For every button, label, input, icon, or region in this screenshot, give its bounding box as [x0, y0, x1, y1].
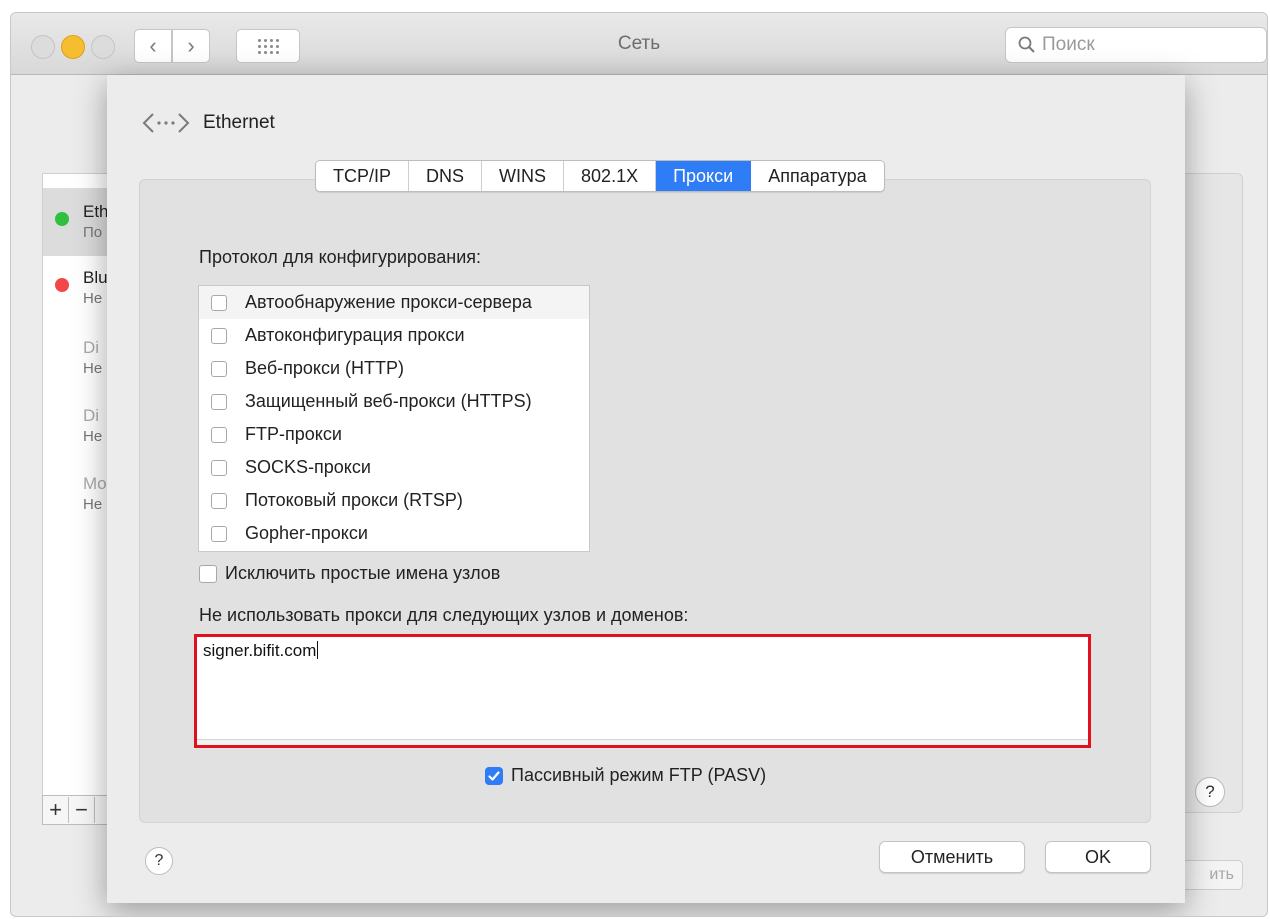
tab-tcpip[interactable]: TCP/IP: [316, 161, 410, 191]
search-placeholder: Поиск: [1042, 34, 1095, 55]
exclude-simple-hostnames[interactable]: Исключить простые имена узлов: [199, 563, 500, 584]
title-bar: ‹ › Сеть Поиск: [11, 13, 1267, 75]
cancel-button[interactable]: Отменить: [879, 841, 1025, 873]
service-status: Не: [83, 496, 103, 513]
protocol-item-ftp[interactable]: FTP-прокси: [199, 418, 589, 451]
protocol-label: Веб-прокси (HTTP): [245, 358, 405, 378]
checkmark-icon: [488, 770, 500, 781]
passive-ftp-checkbox[interactable]: [485, 766, 503, 785]
interface-header: Ethernet: [141, 111, 275, 135]
protocol-item-rtsp[interactable]: Потоковый прокси (RTSP): [199, 484, 589, 517]
protocol-item-auto-config[interactable]: Автоконфигурация прокси: [199, 319, 589, 352]
service-status: По: [83, 224, 103, 241]
protocol-item-http[interactable]: Веб-прокси (HTTP): [199, 352, 589, 385]
advanced-settings-sheet: Ethernet TCP/IP DNS WINS 802.1X Прокси А…: [107, 75, 1185, 903]
protocol-label: Защищенный веб-прокси (HTTPS): [245, 391, 532, 411]
ok-button[interactable]: OK: [1045, 841, 1151, 873]
service-name: Blu: [83, 268, 108, 287]
exclude-simple-hostnames-label: Исключить простые имена узлов: [225, 563, 501, 583]
protocol-label: FTP-прокси: [245, 424, 342, 444]
service-status: Не: [83, 428, 103, 445]
protocol-item-gopher[interactable]: Gopher-прокси: [199, 517, 589, 550]
remove-service-button[interactable]: −: [69, 797, 95, 823]
tab-hardware[interactable]: Аппаратура: [751, 161, 884, 191]
background-help-button[interactable]: ?: [1195, 777, 1225, 807]
service-status: Не: [83, 290, 103, 307]
service-name: Mo: [83, 474, 107, 493]
protocol-label: Автообнаружение прокси-сервера: [245, 292, 532, 312]
protocol-label: Gopher-прокси: [245, 523, 368, 543]
protocol-item-socks[interactable]: SOCKS-прокси: [199, 451, 589, 484]
tab-dns[interactable]: DNS: [409, 161, 483, 191]
details-panel: [1181, 173, 1243, 813]
checkbox[interactable]: [211, 426, 227, 443]
exclude-simple-hostnames-checkbox[interactable]: [199, 564, 217, 583]
search-input[interactable]: Поиск: [1005, 27, 1267, 63]
service-name: Eth: [83, 202, 109, 221]
add-service-button[interactable]: +: [43, 797, 69, 823]
interface-name: Ethernet: [203, 112, 275, 133]
bypass-hosts-value: signer.bifit.com: [203, 641, 317, 660]
service-status: Не: [83, 360, 103, 377]
protocol-list: Автообнаружение прокси-сервера Автоконфи…: [198, 285, 590, 552]
protocol-label: Потоковый прокси (RTSP): [245, 490, 463, 510]
bypass-hosts-field[interactable]: signer.bifit.com: [194, 634, 1091, 748]
ethernet-icon: [142, 113, 190, 133]
status-dot-icon: [55, 278, 69, 292]
checkbox[interactable]: [211, 525, 227, 542]
checkbox[interactable]: [211, 492, 227, 509]
passive-ftp-label: Пассивный режим FTP (PASV): [511, 765, 767, 785]
network-preferences-window: ‹ › Сеть Поиск Eth По Blu Не Di Не Di Не…: [10, 12, 1268, 917]
search-icon: [1018, 36, 1035, 53]
protocol-label: Автоконфигурация прокси: [245, 325, 465, 345]
service-name: Di: [83, 406, 100, 425]
checkbox[interactable]: [211, 327, 227, 344]
protocol-item-auto-discovery[interactable]: Автообнаружение прокси-сервера: [199, 286, 589, 319]
status-dot-icon: [55, 212, 69, 226]
field-bottom-edge: [197, 739, 1088, 745]
checkbox[interactable]: [211, 294, 227, 311]
tab-wins[interactable]: WINS: [482, 161, 565, 191]
help-button[interactable]: ?: [145, 847, 173, 875]
tab-8021x[interactable]: 802.1X: [564, 161, 657, 191]
passive-ftp-option[interactable]: Пассивный режим FTP (PASV): [485, 765, 766, 786]
service-name: Di: [83, 338, 100, 357]
protocol-label: SOCKS-прокси: [245, 457, 371, 477]
checkbox[interactable]: [211, 459, 227, 476]
protocol-label: Протокол для конфигурирования:: [199, 247, 482, 267]
tab-bar: TCP/IP DNS WINS 802.1X Прокси Аппаратура: [315, 160, 885, 192]
checkbox[interactable]: [211, 393, 227, 410]
tab-proxies[interactable]: Прокси: [656, 161, 752, 191]
protocol-item-https[interactable]: Защищенный веб-прокси (HTTPS): [199, 385, 589, 418]
checkbox[interactable]: [211, 360, 227, 377]
bypass-label: Не использовать прокси для следующих узл…: [199, 605, 689, 625]
